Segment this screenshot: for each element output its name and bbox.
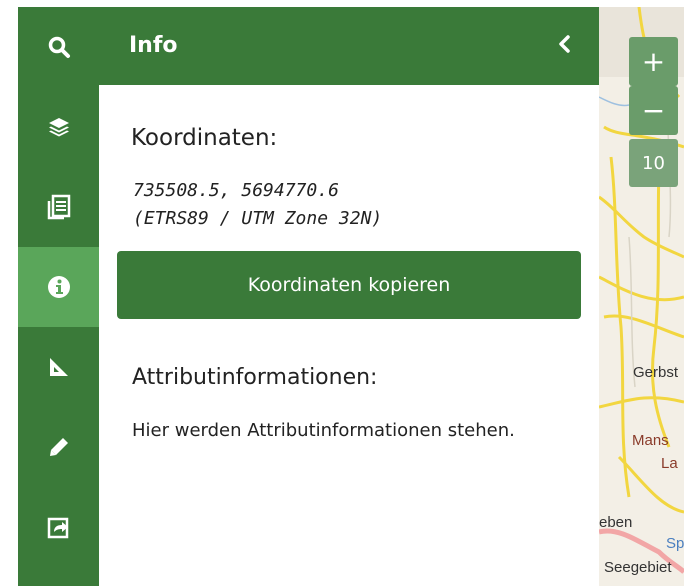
- copy-coordinates-button[interactable]: Koordinaten kopieren: [117, 251, 581, 319]
- map-label: La: [661, 455, 678, 472]
- sidebar-item-search[interactable]: [18, 7, 99, 87]
- coordinates-xy: 735508.5, 5694770.6: [133, 180, 339, 201]
- attributes-heading: Attributinformationen:: [132, 365, 378, 390]
- chevron-left-icon: [557, 35, 571, 57]
- sidebar-item-share[interactable]: [18, 487, 99, 567]
- map-label: Seegebiet: [604, 559, 672, 576]
- sidebar-item-documents[interactable]: [18, 167, 99, 247]
- sidebar-rail: [18, 7, 99, 586]
- coordinates-value: 735508.5, 5694770.6 (ETRS89 / UTM Zone 3…: [133, 177, 382, 233]
- panel-title: Info: [129, 33, 178, 58]
- panel-header: Info: [99, 7, 599, 85]
- sidebar-item-layers[interactable]: [18, 87, 99, 167]
- zoom-in-button[interactable]: +: [629, 37, 678, 86]
- measure-icon: [47, 355, 71, 379]
- sidebar-item-measure[interactable]: [18, 327, 99, 407]
- map-label: Sp: [666, 535, 684, 552]
- map-view[interactable]: Gerbst Mans La eben Sp Seegebiet + − 10: [599, 7, 684, 586]
- layers-icon: [47, 115, 71, 139]
- info-panel: Info Koordinaten: 735508.5, 5694770.6 (E…: [99, 7, 599, 586]
- share-icon: [47, 515, 71, 539]
- attributes-text: Hier werden Attributinformationen stehen…: [132, 420, 515, 441]
- map-label: eben: [599, 514, 633, 531]
- coordinates-crs: (ETRS89 / UTM Zone 32N): [133, 208, 383, 229]
- zoom-out-button[interactable]: −: [629, 86, 678, 135]
- pencil-icon: [47, 435, 71, 459]
- coordinates-heading: Koordinaten:: [131, 125, 278, 151]
- sidebar-item-info[interactable]: [18, 247, 99, 327]
- collapse-panel-button[interactable]: [547, 29, 581, 63]
- map-label: Mans: [632, 432, 669, 449]
- document-list-icon: [47, 194, 71, 220]
- search-icon: [47, 35, 71, 59]
- info-icon: [47, 275, 71, 299]
- zoom-level-indicator: 10: [629, 139, 678, 187]
- map-label: Gerbst: [633, 364, 679, 381]
- sidebar-item-draw[interactable]: [18, 407, 99, 487]
